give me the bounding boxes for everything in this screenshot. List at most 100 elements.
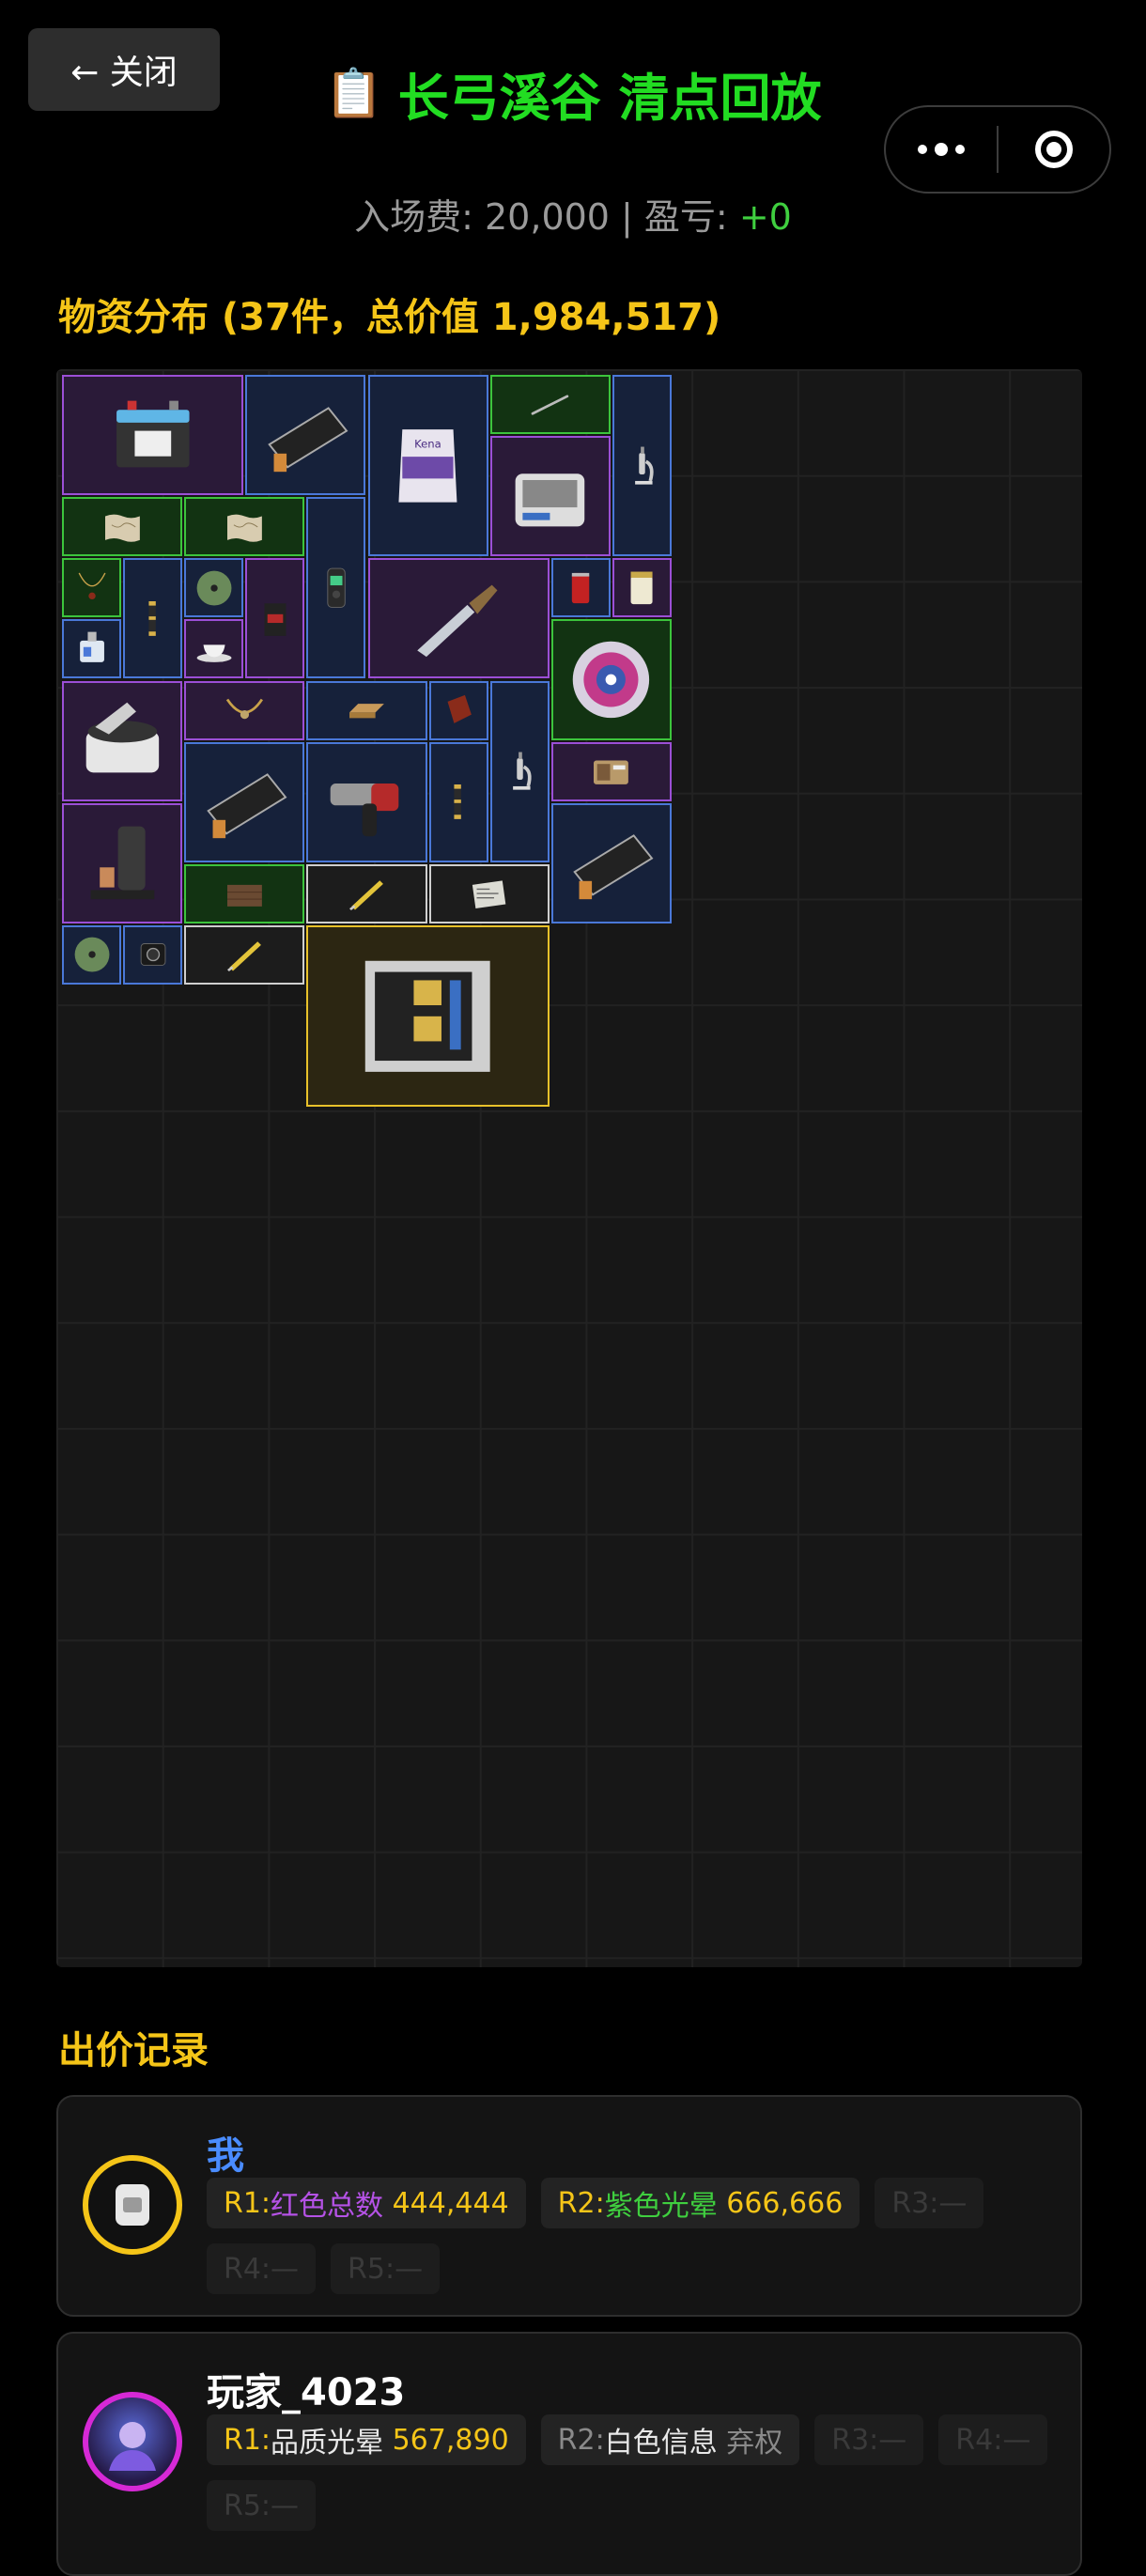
round-prefix: R2:: [557, 2186, 605, 2220]
microscope-icon: [635, 446, 654, 485]
inventory-item[interactable]: [62, 924, 122, 985]
espresso-machine-icon: [90, 827, 154, 900]
inventory-item[interactable]: [306, 497, 366, 679]
bid-card: 我 R1: 红色总数 444,444 R2: 紫色光晕 666,666 R3:— R…: [56, 2095, 1082, 2317]
entry-fee-line: 入场费: 20,000 | 盈亏: +0: [0, 188, 1146, 240]
round-prefix: R1:: [224, 2423, 271, 2457]
round-label: 品质光晕: [271, 2427, 384, 2460]
utility-knife-icon: [349, 880, 383, 911]
id-badge-icon: [79, 631, 104, 662]
centrifuge-icon: [85, 702, 159, 773]
inventory-item[interactable]: [306, 741, 427, 862]
disc-icon: [196, 570, 232, 606]
spyglass-icon: [148, 600, 156, 636]
honeycomb-panel-icon: [349, 704, 384, 719]
inventory-item[interactable]: [62, 375, 244, 496]
inventory-grid: Kena: [56, 369, 1082, 1967]
bid-rounds: R1: 红色总数 444,444 R2: 紫色光晕 666,666 R3:— R4:…: [207, 2178, 1071, 2294]
round-prefix: R1:: [224, 2186, 271, 2220]
necklace-icon: [78, 572, 105, 599]
inventory-item[interactable]: [184, 619, 244, 679]
teacup-icon: [196, 644, 232, 662]
inventory-item[interactable]: [367, 558, 550, 679]
close-button[interactable]: ← 关闭: [28, 28, 220, 111]
avatar: [83, 2392, 182, 2491]
bid-chip-r1: R1: 红色总数 444,444: [207, 2178, 526, 2228]
inventory-item[interactable]: [62, 680, 183, 801]
incubator-shaker-icon: [515, 473, 585, 527]
old-map-icon: [226, 514, 262, 542]
inventory-item[interactable]: [306, 680, 427, 740]
inventory-item[interactable]: [184, 558, 244, 618]
jar-icon: [630, 571, 653, 604]
round-label: 红色总数: [271, 2190, 384, 2223]
display-panel-icon: [268, 406, 348, 472]
inventory-item[interactable]: [489, 436, 611, 557]
small-pouch-icon: [447, 694, 472, 723]
inventory-item[interactable]: [428, 863, 550, 923]
inventory-item[interactable]: [123, 558, 183, 679]
inventory-item[interactable]: [123, 924, 183, 985]
bid-chip-r5: R5:—: [207, 2480, 317, 2531]
bid-chip-r2: R2: 紫色光晕 666,666: [540, 2178, 860, 2228]
round-value: 444,444: [392, 2186, 509, 2220]
inventory-item[interactable]: [184, 924, 305, 985]
cola-can-icon: [572, 572, 590, 603]
round-prefix: R2:: [557, 2423, 605, 2457]
round-value: 弃权: [726, 2427, 783, 2460]
inventory-item[interactable]: [428, 680, 488, 740]
round-value: 666,666: [726, 2186, 844, 2220]
inventory-item[interactable]: Kena: [367, 375, 488, 557]
inventory-item[interactable]: [62, 802, 183, 923]
record-target-icon: [1034, 131, 1073, 168]
exit-button[interactable]: [999, 107, 1109, 192]
inventory-item[interactable]: [550, 619, 672, 740]
action-camera-icon: [140, 943, 165, 967]
page-title-text: 长弓溪谷 清点回放: [397, 69, 822, 128]
round-label: 白色信息: [604, 2427, 718, 2460]
more-button[interactable]: [886, 107, 997, 192]
inventory-item[interactable]: [62, 497, 183, 557]
inventory-item[interactable]: [62, 558, 122, 618]
sim-card-icon: [116, 2184, 149, 2226]
newspaper-icon: [472, 880, 506, 909]
inventory-item[interactable]: [306, 863, 427, 923]
avatar: [83, 2155, 182, 2255]
svg-text:Kena: Kena: [414, 437, 441, 450]
round-label: 紫色光晕: [604, 2190, 718, 2223]
spyglass-icon: [454, 784, 461, 820]
inventory-item[interactable]: [62, 619, 122, 679]
decorative-plate-icon: [573, 641, 650, 719]
voice-recorder-icon: [327, 567, 346, 609]
inventory-item[interactable]: [184, 863, 305, 923]
inventory-item[interactable]: [428, 741, 488, 862]
server-board-icon: [365, 960, 491, 1072]
bid-rounds: R1: 品质光晕 567,890 R2: 白色信息 弃权 R3:— R4:— R5:…: [207, 2414, 1071, 2531]
inventory-item[interactable]: [550, 558, 611, 618]
inventory-item[interactable]: [245, 375, 366, 496]
inventory-item[interactable]: [612, 558, 672, 618]
inventory-item[interactable]: [550, 741, 672, 801]
bid-chip-r3: R3:—: [814, 2414, 924, 2465]
display-panel-icon: [207, 773, 287, 839]
wood-planks-icon: [226, 885, 262, 908]
mini-program-capsule: [884, 105, 1111, 194]
ornate-knife-icon: [417, 584, 498, 658]
inventory-item[interactable]: [306, 924, 550, 1108]
bidder-name: 玩家_4023: [207, 2371, 406, 2414]
inventory-item[interactable]: [184, 680, 305, 740]
inventory-item[interactable]: [245, 558, 305, 679]
profit-value: +0: [738, 196, 792, 238]
inventory-item[interactable]: [489, 680, 550, 862]
car-battery-icon: [116, 400, 190, 467]
coffee-pouch-icon: [264, 603, 286, 636]
inventory-item[interactable]: [184, 741, 305, 862]
inventory-item[interactable]: [489, 375, 611, 435]
metal-rod-icon: [531, 394, 569, 415]
bid-chip-r5: R5:—: [331, 2243, 441, 2294]
inventory-item[interactable]: [612, 375, 672, 557]
inventory-item[interactable]: [550, 802, 672, 923]
old-map-icon: [104, 514, 140, 542]
inventory-item[interactable]: [184, 497, 305, 557]
bid-card: 玩家_4023 R1: 品质光晕 567,890 R2: 白色信息 弃权 R3:— …: [56, 2332, 1082, 2576]
